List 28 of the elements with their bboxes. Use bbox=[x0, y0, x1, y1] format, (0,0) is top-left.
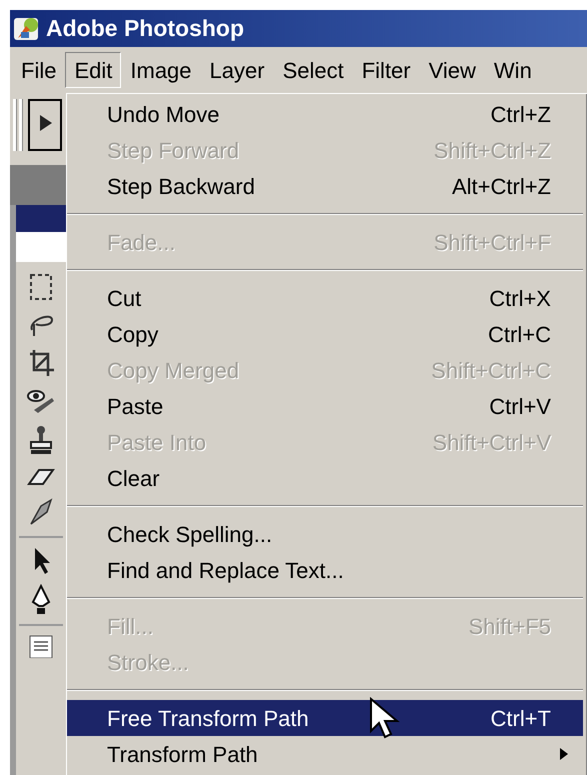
menu-bar-item[interactable]: File bbox=[12, 52, 66, 88]
grip-icon bbox=[12, 99, 24, 151]
menu-item[interactable]: Clear bbox=[67, 460, 583, 496]
text-lines-icon[interactable] bbox=[28, 634, 54, 658]
menu-item[interactable]: Transform Path bbox=[67, 736, 583, 772]
menu-bar-item[interactable]: Layer bbox=[200, 52, 274, 88]
window-title: Adobe Photoshop bbox=[46, 14, 244, 44]
menu-item[interactable]: Copy Ctrl+C bbox=[67, 316, 583, 352]
crop-icon[interactable] bbox=[28, 348, 54, 378]
menu-bar-item[interactable]: Select bbox=[274, 52, 353, 88]
menu-item[interactable]: Undo Move Ctrl+Z bbox=[67, 96, 583, 132]
stamp-icon[interactable] bbox=[28, 424, 54, 456]
marquee-icon[interactable] bbox=[28, 272, 54, 302]
menu-item[interactable]: Cut Ctrl+X bbox=[67, 280, 583, 316]
menu-item[interactable]: Find and Replace Text... bbox=[67, 552, 583, 588]
toolbox-title-bar bbox=[16, 205, 66, 232]
pen-icon[interactable] bbox=[29, 584, 53, 616]
menu-bar-item[interactable]: Image bbox=[121, 52, 201, 88]
menu-item[interactable]: Free Transform Path Ctrl+T bbox=[67, 700, 583, 736]
menu-bar-item[interactable]: Filter bbox=[352, 52, 420, 88]
menu-item[interactable]: Paste Ctrl+V bbox=[67, 388, 583, 424]
menu-bar-item[interactable]: Edit bbox=[65, 52, 122, 88]
menu-bar-item[interactable]: Win bbox=[484, 52, 541, 88]
move-tool-icon[interactable] bbox=[28, 99, 62, 151]
workspace-background bbox=[10, 165, 66, 205]
menu-item[interactable]: Check Spelling... bbox=[67, 516, 583, 552]
menu-bar-item[interactable]: View bbox=[420, 52, 485, 88]
menu-item[interactable]: Step Backward Alt+Ctrl+Z bbox=[67, 168, 583, 204]
